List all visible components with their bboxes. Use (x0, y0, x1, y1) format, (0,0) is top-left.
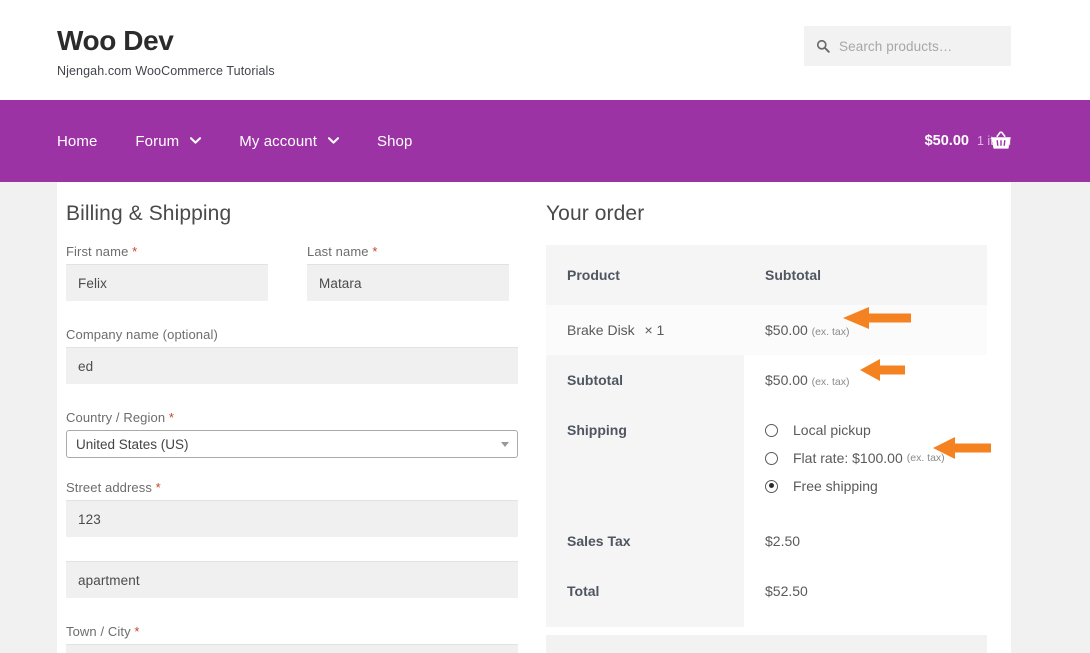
company-input[interactable]: ed (66, 347, 518, 384)
shipping-option-label: Flat rate: $100.00 (793, 450, 903, 466)
nav-item-label: My account (239, 132, 317, 150)
arrow-order-subtotal (860, 357, 905, 383)
nav-item-forum[interactable]: Forum (135, 132, 202, 150)
column-header-subtotal: Subtotal (744, 245, 987, 305)
country-select[interactable]: United States (US) (66, 430, 518, 458)
total-label-cell: Total (546, 566, 744, 627)
table-header-row: Product Subtotal (546, 245, 987, 305)
sales-tax-label: Sales Tax (567, 533, 631, 549)
cart-item-subtotal: $50.00 (765, 322, 808, 338)
nav-item-label: Home (57, 132, 98, 150)
billing-column: Billing & Shipping First name * Felix La… (66, 182, 518, 653)
first-name-input[interactable]: Felix (66, 264, 268, 301)
company-field-group: Company name (optional) ed (66, 327, 518, 384)
site-header: Woo Dev Njengah.com WooCommerce Tutorial… (0, 0, 1090, 100)
apartment-input[interactable]: apartment (66, 561, 518, 598)
country-select-value: United States (US) (76, 436, 189, 452)
apartment-field-group: apartment (66, 561, 518, 598)
shipping-label: Shipping (567, 422, 627, 438)
radio-flat-rate[interactable] (765, 451, 778, 465)
order-heading: Your order (546, 202, 645, 225)
shipping-option-label: Free shipping (793, 478, 878, 494)
column-header-product: Product (546, 245, 744, 305)
sales-tax-label-cell: Sales Tax (546, 511, 744, 566)
table-row: Sales Tax $2.50 (546, 511, 987, 566)
subtotal-tax-note: (ex. tax) (811, 376, 850, 388)
billing-heading: Billing & Shipping (66, 202, 232, 225)
table-row: Shipping Local pickup Flat rate: $100.00… (546, 405, 987, 511)
nav-item-my-account[interactable]: My account (239, 132, 340, 150)
last-name-input[interactable]: Matara (307, 264, 509, 301)
cart-item-qty: × 1 (644, 322, 665, 338)
street-address-field-group: Street address * 123 (66, 480, 518, 537)
site-branding[interactable]: Woo Dev Njengah.com WooCommerce Tutorial… (57, 24, 275, 78)
required-marker: * (168, 410, 175, 425)
last-name-label: Last name * (307, 244, 378, 259)
primary-navigation: Home Forum My account Shop $50.00 1 item (0, 100, 1090, 182)
order-table-body: Brake Disk × 1 $50.00 (ex. tax) Subtotal (546, 305, 987, 627)
last-name-field-group: Last name * Matara (307, 226, 509, 301)
country-field-group: Country / Region * United States (US) (66, 410, 518, 458)
city-input[interactable]: sdfg (66, 644, 518, 653)
table-row: Brake Disk × 1 $50.00 (ex. tax) (546, 305, 987, 355)
required-marker: * (155, 480, 161, 495)
required-marker: * (372, 244, 378, 259)
radio-free-shipping[interactable] (765, 479, 778, 493)
order-review-column: Your order Product Subtotal Brake Disk ×… (546, 182, 991, 627)
search-icon (816, 39, 830, 53)
order-review-table: Product Subtotal Brake Disk × 1 $50.00 (… (546, 245, 987, 627)
shipping-label-cell: Shipping (546, 405, 744, 511)
nav-item-home[interactable]: Home (57, 133, 97, 150)
chevron-down-icon[interactable] (501, 441, 509, 447)
radio-local-pickup[interactable] (765, 423, 778, 437)
street-address-label: Street address * (66, 480, 161, 495)
company-label: Company name (optional) (66, 327, 218, 342)
nav-links: Home Forum My account Shop (57, 100, 450, 182)
cart-item-name-cell: Brake Disk × 1 (546, 305, 744, 355)
table-row: Total $52.50 (546, 566, 987, 627)
shopping-basket-icon[interactable] (990, 100, 1012, 182)
cart-item-name: Brake Disk (567, 322, 635, 338)
total-label: Total (567, 583, 600, 599)
table-row: Subtotal $50.00 (ex. tax) (546, 355, 987, 405)
page-root: Woo Dev Njengah.com WooCommerce Tutorial… (0, 0, 1090, 653)
product-search-box[interactable]: Search products… (804, 26, 1011, 66)
checkout-content: Billing & Shipping First name * Felix La… (57, 182, 1011, 653)
first-name-field-group: First name * Felix (66, 226, 268, 301)
shipping-option-free-shipping[interactable]: Free shipping (765, 478, 987, 494)
total-value-cell: $52.50 (744, 566, 987, 627)
arrow-product-subtotal (843, 305, 911, 331)
name-row: First name * Felix Last name * Matara (66, 226, 518, 301)
country-label: Country / Region * (66, 410, 175, 425)
total-value: $52.50 (765, 583, 808, 599)
street-address-input[interactable]: 123 (66, 500, 518, 537)
chevron-down-icon[interactable] (190, 136, 202, 147)
subtotal-label-cell: Subtotal (546, 355, 744, 405)
payment-panel-placeholder (546, 635, 987, 653)
city-field-group: Town / City * sdfg (66, 624, 518, 653)
subtotal-label: Subtotal (567, 372, 623, 388)
first-name-label: First name * (66, 244, 138, 259)
site-tagline: Njengah.com WooCommerce Tutorials (57, 63, 275, 78)
arrow-flat-rate (933, 435, 991, 461)
shipping-option-label: Local pickup (793, 422, 871, 438)
cart-total: $50.00 (924, 133, 969, 149)
required-marker: * (134, 624, 140, 639)
nav-item-shop[interactable]: Shop (377, 133, 412, 150)
search-input[interactable]: Search products… (839, 39, 952, 54)
nav-item-label: Shop (376, 132, 413, 150)
nav-item-label: Forum (135, 132, 180, 150)
order-table-head: Product Subtotal (546, 245, 987, 305)
chevron-down-icon[interactable] (327, 136, 340, 147)
required-marker: * (132, 244, 138, 259)
city-label: Town / City * (66, 624, 140, 639)
subtotal-value: $50.00 (765, 372, 808, 388)
site-title[interactable]: Woo Dev (57, 24, 275, 58)
sales-tax-value-cell: $2.50 (744, 511, 987, 566)
sales-tax-value: $2.50 (765, 533, 801, 549)
